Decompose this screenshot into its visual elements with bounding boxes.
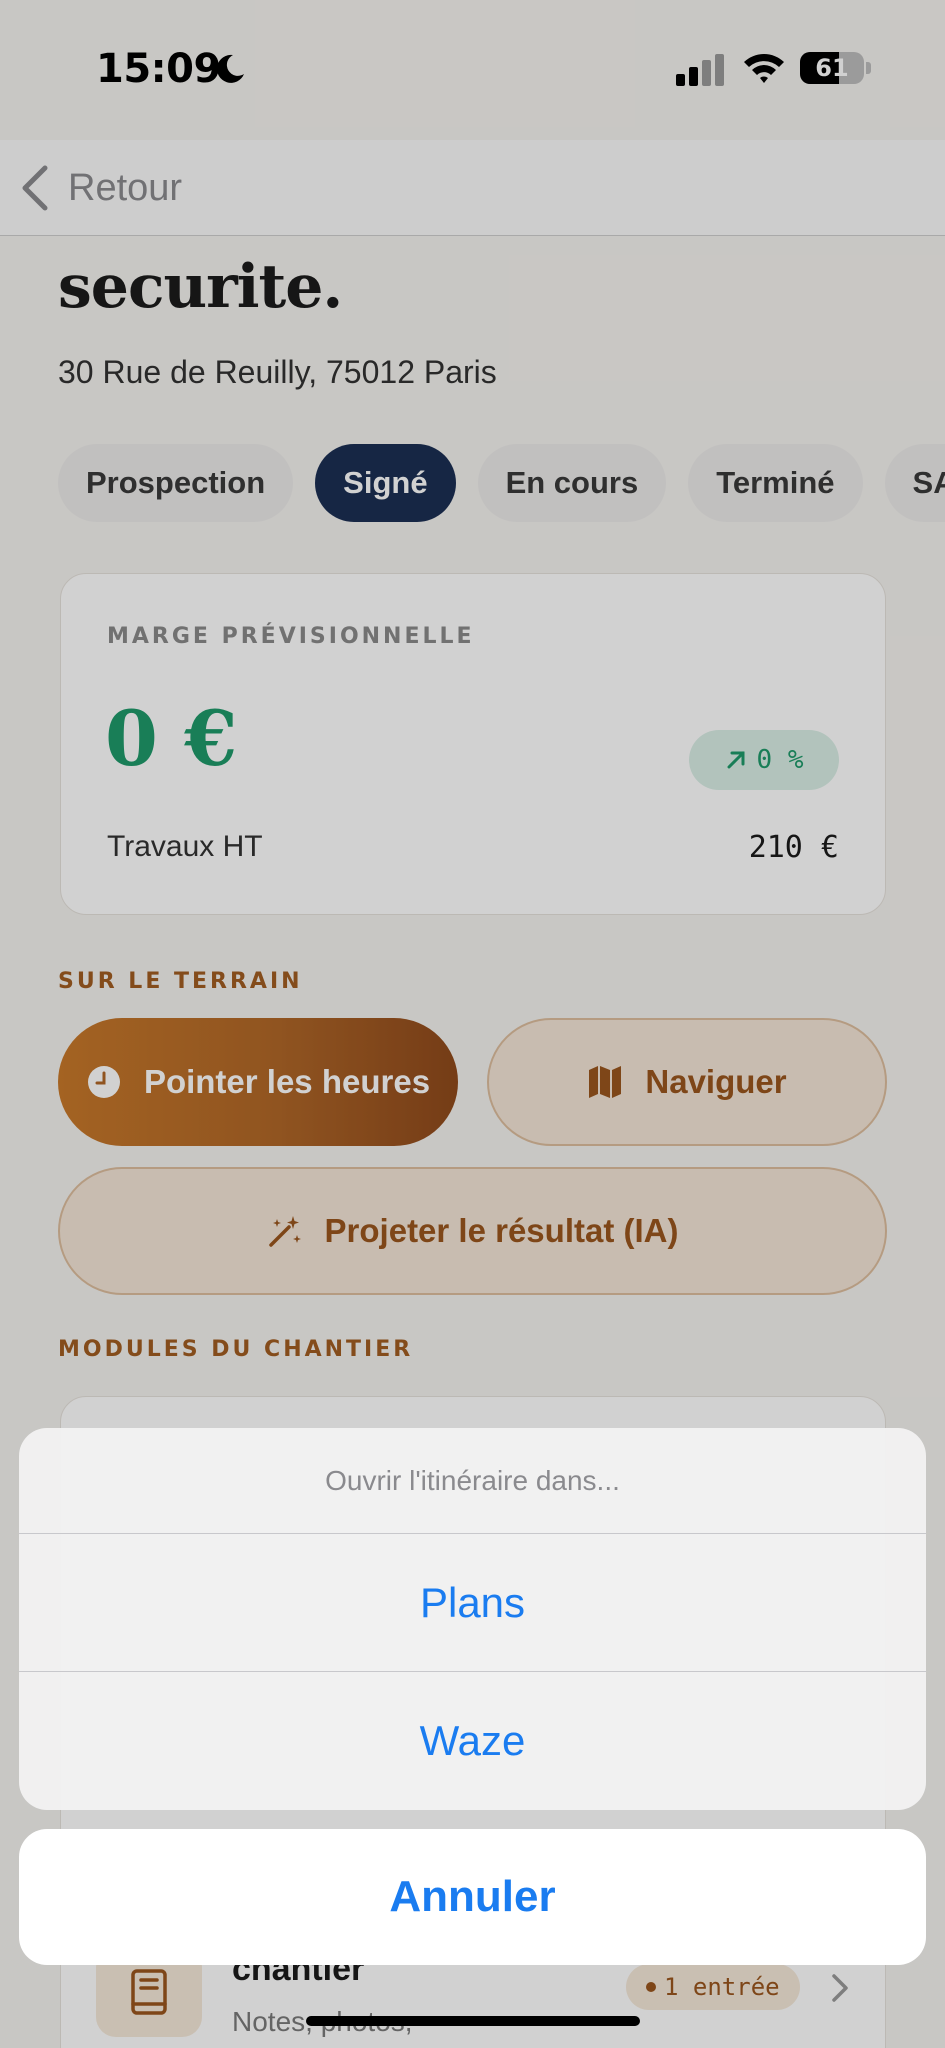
action-sheet-title: Ouvrir l'itinéraire dans... (19, 1428, 926, 1534)
action-sheet: Ouvrir l'itinéraire dans... Plans Waze (19, 1428, 926, 1810)
app-screen: 15:09 61 Retour securite. 30 Rue de Reui… (0, 0, 945, 2048)
home-indicator[interactable] (306, 2016, 640, 2026)
option-plans[interactable]: Plans (19, 1534, 926, 1672)
cancel-button[interactable]: Annuler (19, 1829, 926, 1965)
option-waze[interactable]: Waze (19, 1672, 926, 1810)
